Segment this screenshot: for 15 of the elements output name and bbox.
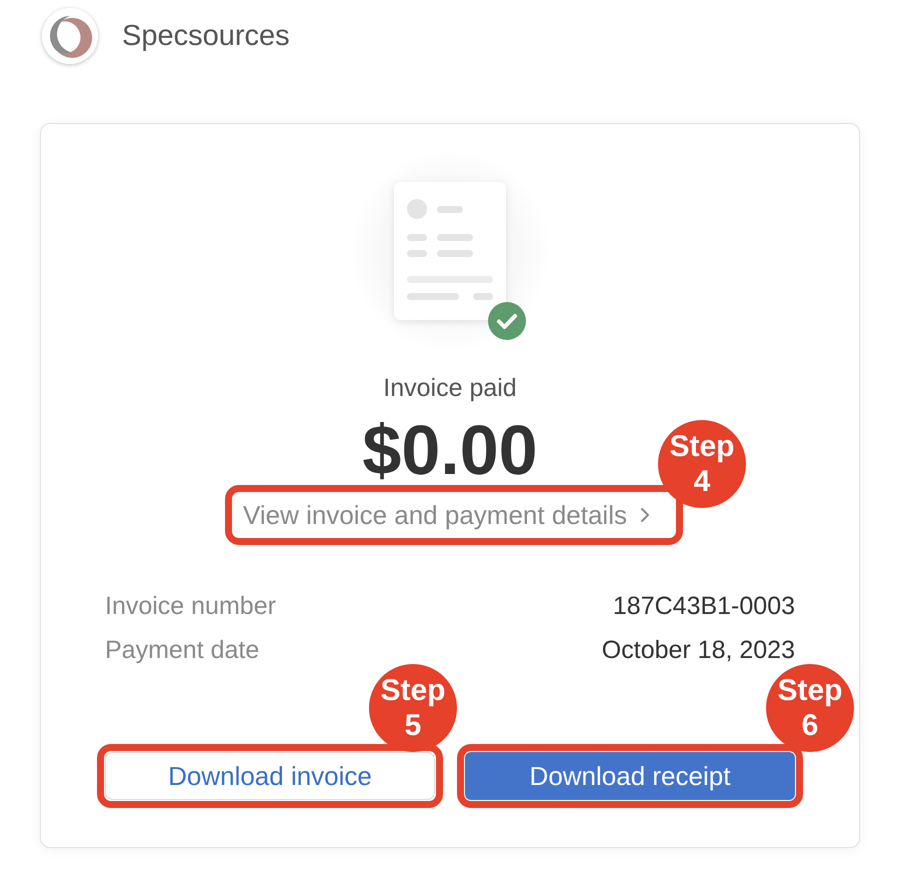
detail-label: Invoice number	[105, 593, 276, 619]
check-icon	[488, 302, 526, 340]
brand-name: Specsources	[122, 19, 290, 54]
step-badge: Step 6	[766, 664, 854, 752]
download-button[interactable]: Download receipt	[465, 752, 795, 800]
logo-icon	[42, 8, 98, 64]
payment-status: Invoice paid	[383, 373, 517, 403]
download-button[interactable]: Download invoice	[105, 752, 435, 800]
details-link[interactable]: View invoice and payment details	[243, 500, 657, 530]
detail-value: October 18, 2023	[602, 637, 795, 663]
detail-value: 187C43B1-0003	[612, 593, 795, 619]
detail-label: Payment date	[105, 637, 260, 663]
step-badge: Step 5	[369, 664, 457, 752]
step-badge: Step 4	[658, 420, 746, 508]
amount: $0.00	[362, 414, 538, 486]
